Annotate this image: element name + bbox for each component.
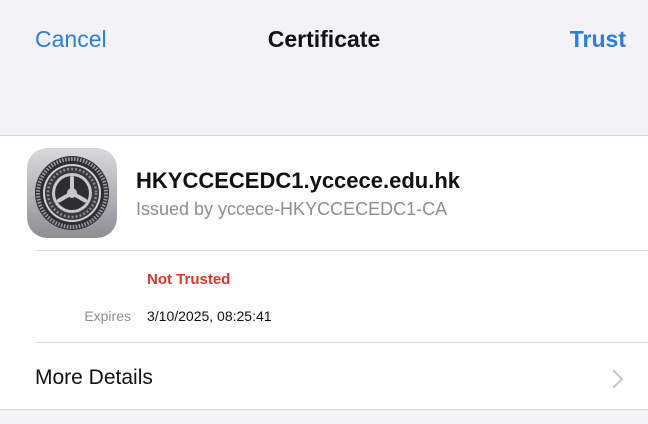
certificate-name: HKYCCECEDC1.yccece.edu.hk <box>136 168 461 193</box>
trust-button[interactable]: Trust <box>570 26 626 53</box>
chevron-right-icon <box>613 370 623 388</box>
more-details-label: More Details <box>35 366 153 389</box>
certificate-summary: HKYCCECEDC1.yccece.edu.hk Issued by ycce… <box>0 136 648 250</box>
settings-gear-icon <box>27 148 117 238</box>
expires-label: Expires <box>84 308 131 324</box>
trust-status: Not Trusted <box>147 271 231 288</box>
navigation-bar: Cancel Certificate Trust <box>0 0 648 136</box>
cancel-button[interactable]: Cancel <box>35 26 107 53</box>
divider <box>35 250 648 251</box>
certificate-issuer: Issued by yccece-HKYCCECEDC1-CA <box>136 199 448 219</box>
expires-value: 3/10/2025, 08:25:41 <box>147 308 272 324</box>
certificate-screen: Cancel Certificate Trust HKYCCECEDC1.ycc… <box>0 0 648 424</box>
footer-background <box>0 409 648 424</box>
more-details-row[interactable]: More Details <box>0 343 648 409</box>
